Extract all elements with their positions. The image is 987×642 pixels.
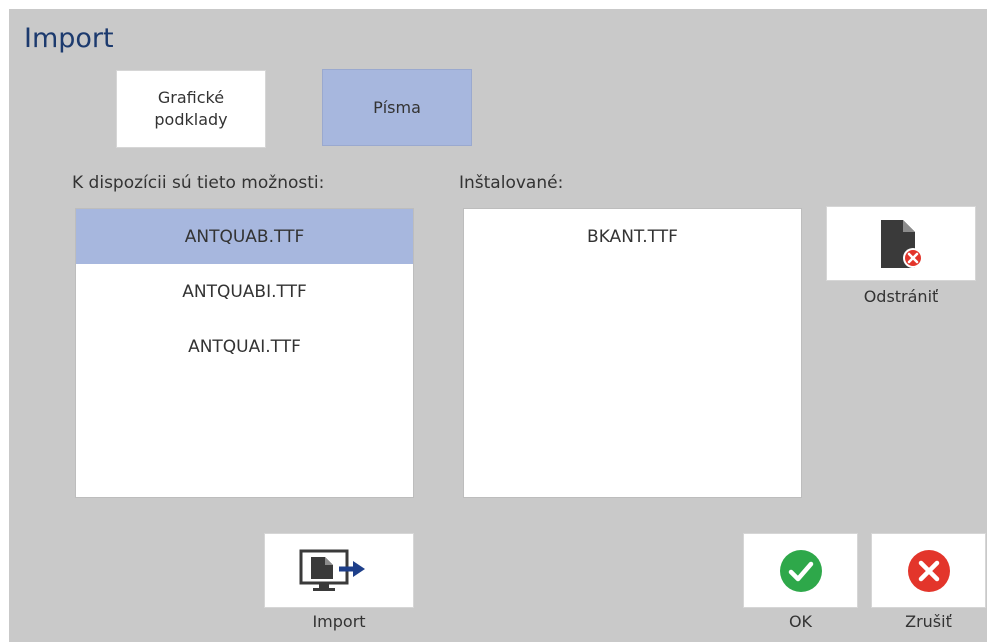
checkmark-icon <box>779 549 822 592</box>
installed-label: Inštalované: <box>459 173 564 193</box>
import-button-label: Import <box>312 612 366 631</box>
remove-button[interactable] <box>826 206 976 281</box>
cancel-button-label: Zrušiť <box>905 612 952 631</box>
list-item[interactable]: BKANT.TTF <box>464 209 801 264</box>
tab-fonts[interactable]: Písma <box>322 69 472 146</box>
tab-graphics-label: Grafické podklady <box>154 88 228 129</box>
list-item[interactable]: ANTQUAB.TTF <box>76 209 413 264</box>
import-button[interactable] <box>264 533 414 608</box>
available-label: K dispozícii sú tieto možnosti: <box>72 173 325 193</box>
tab-fonts-label: Písma <box>373 97 421 117</box>
remove-button-label: Odstrániť <box>863 287 939 306</box>
ok-button-label: OK <box>788 612 813 631</box>
ok-button[interactable] <box>743 533 858 608</box>
document-remove-icon <box>881 219 923 268</box>
installed-list[interactable]: BKANT.TTF <box>463 208 802 498</box>
cancel-button[interactable] <box>871 533 986 608</box>
monitor-import-icon <box>299 549 365 591</box>
available-list[interactable]: ANTQUAB.TTF ANTQUABI.TTF ANTQUAI.TTF <box>75 208 414 498</box>
import-dialog: Import Grafické podklady Písma K dispozí… <box>9 9 987 642</box>
dialog-title: Import <box>24 23 114 54</box>
list-item[interactable]: ANTQUABI.TTF <box>76 264 413 319</box>
tab-graphics[interactable]: Grafické podklady <box>116 70 266 148</box>
list-item[interactable]: ANTQUAI.TTF <box>76 319 413 374</box>
close-icon <box>907 549 950 592</box>
